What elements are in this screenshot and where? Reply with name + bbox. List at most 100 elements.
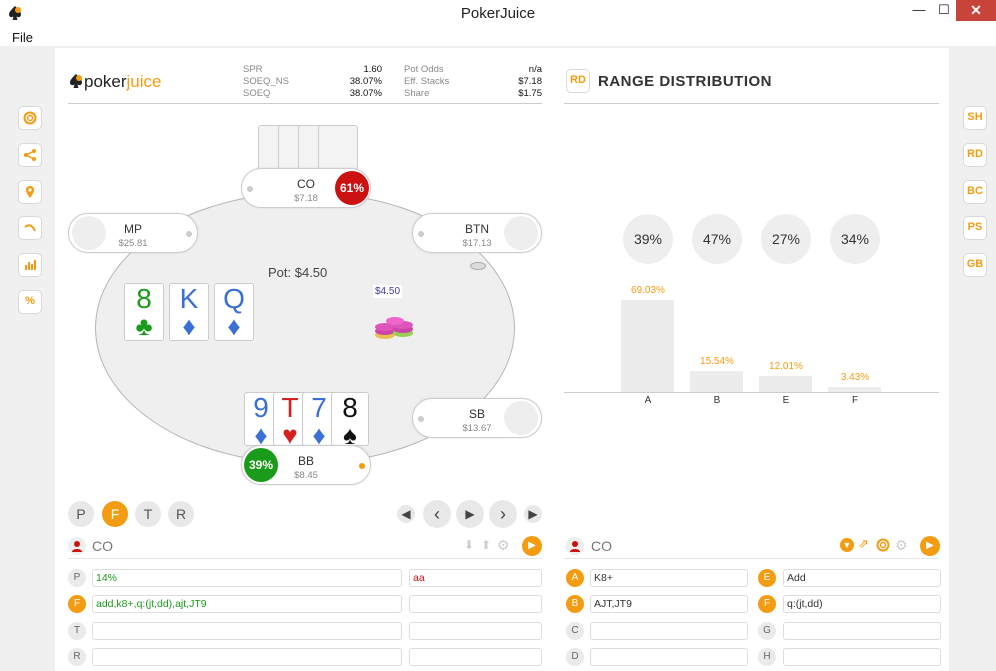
stat-label: Eff. Stacks (404, 76, 450, 87)
row-label-r: R (68, 648, 86, 666)
seat-mp[interactable]: MP $25.81 (68, 213, 198, 253)
villain-input-f[interactable] (409, 595, 542, 613)
bucket-input-g[interactable] (783, 622, 941, 640)
chart-data-label: 69.03% (631, 285, 665, 296)
row-label-p: P (68, 569, 86, 587)
card-suit: ♦ (227, 311, 241, 341)
bucket-input-h[interactable] (783, 648, 941, 666)
bucket-label-h: H (758, 648, 776, 666)
gb-button[interactable]: GB (963, 253, 987, 277)
divider (68, 103, 542, 104)
rd-circle: 27% (761, 214, 811, 264)
minimize-button[interactable]: — (905, 0, 933, 22)
range-distribution-title: RANGE DISTRIBUTION (598, 73, 772, 90)
bar-chart-icon[interactable] (18, 253, 42, 277)
pin-icon[interactable] (18, 180, 42, 204)
chart-category-label: E (782, 395, 790, 406)
card-suit: ♦ (182, 311, 196, 341)
next-icon[interactable]: › (489, 500, 517, 528)
chart-category-label: A (644, 395, 652, 406)
card-rank: T (281, 392, 299, 423)
hole-card: 8 ♠ (331, 392, 369, 448)
last-icon[interactable]: ▶ (524, 505, 542, 523)
external-link-icon[interactable]: ⇗ (858, 536, 869, 552)
gear-icon[interactable]: ⚙ (895, 537, 908, 554)
row-label-t: T (68, 622, 86, 640)
sh-button[interactable]: SH (963, 106, 987, 130)
seat-bb[interactable]: 39% BB $8.45 (241, 445, 371, 485)
stat-value: 1.60 (363, 64, 383, 75)
menu-file[interactable]: File (12, 30, 33, 45)
bucket-input-f[interactable]: q:(jt,dd) (783, 595, 941, 613)
card-rank: 8 (136, 283, 152, 314)
card-rank: 8 (342, 392, 358, 423)
bucket-label-d: D (566, 648, 584, 666)
rd-badge: RD (566, 69, 590, 93)
bucket-input-a[interactable]: K8+ (590, 569, 748, 587)
rd-circle: 47% (692, 214, 742, 264)
seat-co[interactable]: CO $7.18 61% (241, 168, 371, 208)
rd-button[interactable]: RD (963, 143, 987, 167)
percent-icon[interactable]: % (18, 290, 42, 314)
prev-icon[interactable]: ‹ (423, 500, 451, 528)
villain-input-t[interactable] (409, 622, 542, 640)
equity-badge: 61% (335, 171, 369, 205)
pokerjuice-logo: pokerjuice (68, 72, 162, 92)
spade-logo-icon (70, 74, 82, 88)
chart-bar-B (690, 371, 743, 392)
stat-label: Pot Odds (404, 64, 444, 75)
download-icon[interactable]: ⬇ (464, 538, 474, 552)
divider (68, 558, 542, 559)
chart-bar-E (759, 375, 812, 392)
share-icon[interactable] (18, 143, 42, 167)
chart-data-label: 12.01% (769, 360, 803, 372)
play-range-icon[interactable]: ▶ (522, 536, 542, 556)
maximize-button[interactable]: ☐ (930, 0, 958, 22)
board-card: 8 ♣ (124, 283, 164, 341)
dropdown-icon[interactable]: ▼ (840, 538, 854, 552)
bucket-input-b[interactable]: AJT,JT9 (590, 595, 748, 613)
ps-button[interactable]: PS (963, 216, 987, 240)
street-turn-button[interactable]: T (135, 501, 161, 527)
play-icon[interactable]: ▶ (456, 500, 484, 528)
seat-stack: $25.81 (118, 238, 148, 249)
upload-icon[interactable]: ⬆ (481, 538, 491, 552)
close-button[interactable]: ✕ (956, 0, 996, 21)
street-flop-button[interactable]: F (102, 501, 128, 527)
lifebuoy-icon[interactable] (18, 106, 42, 130)
street-river-button[interactable]: R (168, 501, 194, 527)
logo-text-poker: poker (84, 72, 127, 91)
gear-icon[interactable]: ⚙ (497, 537, 510, 554)
facedown-card (318, 125, 358, 170)
villain-input-p[interactable]: aa (409, 569, 542, 587)
bucket-input-d[interactable] (590, 648, 748, 666)
stat-label: SOEQ_NS (243, 76, 289, 87)
seat-stack: $13.67 (462, 423, 492, 434)
card-rank: 9 (253, 392, 269, 423)
range-input-f[interactable]: add,k8+,q:(jt,dd),ajt,JT9 (92, 595, 402, 613)
range-input-p[interactable]: 14% (92, 569, 402, 587)
bucket-input-c[interactable] (590, 622, 748, 640)
villain-input-r[interactable] (409, 648, 542, 666)
seat-sb[interactable]: SB $13.67 (412, 398, 542, 438)
first-icon[interactable]: ◀ (397, 505, 415, 523)
user-icon (566, 537, 584, 555)
street-preflop-button[interactable]: P (68, 501, 94, 527)
range-input-r[interactable] (92, 648, 402, 666)
bucket-label-e: E (758, 569, 776, 587)
lifebuoy-icon[interactable] (876, 538, 890, 552)
arc-icon[interactable] (18, 216, 42, 240)
row-label-f: F (68, 595, 86, 613)
bucket-label-f: F (758, 595, 776, 613)
board-card: Q ♦ (214, 283, 254, 341)
stat-label: SPR (243, 64, 263, 75)
rd-circle: 34% (830, 214, 880, 264)
right-panel-player: CO (591, 538, 612, 554)
range-input-t[interactable] (92, 622, 402, 640)
card-suit: ♣ (135, 311, 153, 341)
seat-stack: $8.45 (294, 470, 318, 481)
seat-btn[interactable]: BTN $17.13 (412, 213, 542, 253)
play-range-icon[interactable]: ▶ (920, 536, 940, 556)
bucket-input-e[interactable]: Add (783, 569, 941, 587)
bc-button[interactable]: BC (963, 180, 987, 204)
